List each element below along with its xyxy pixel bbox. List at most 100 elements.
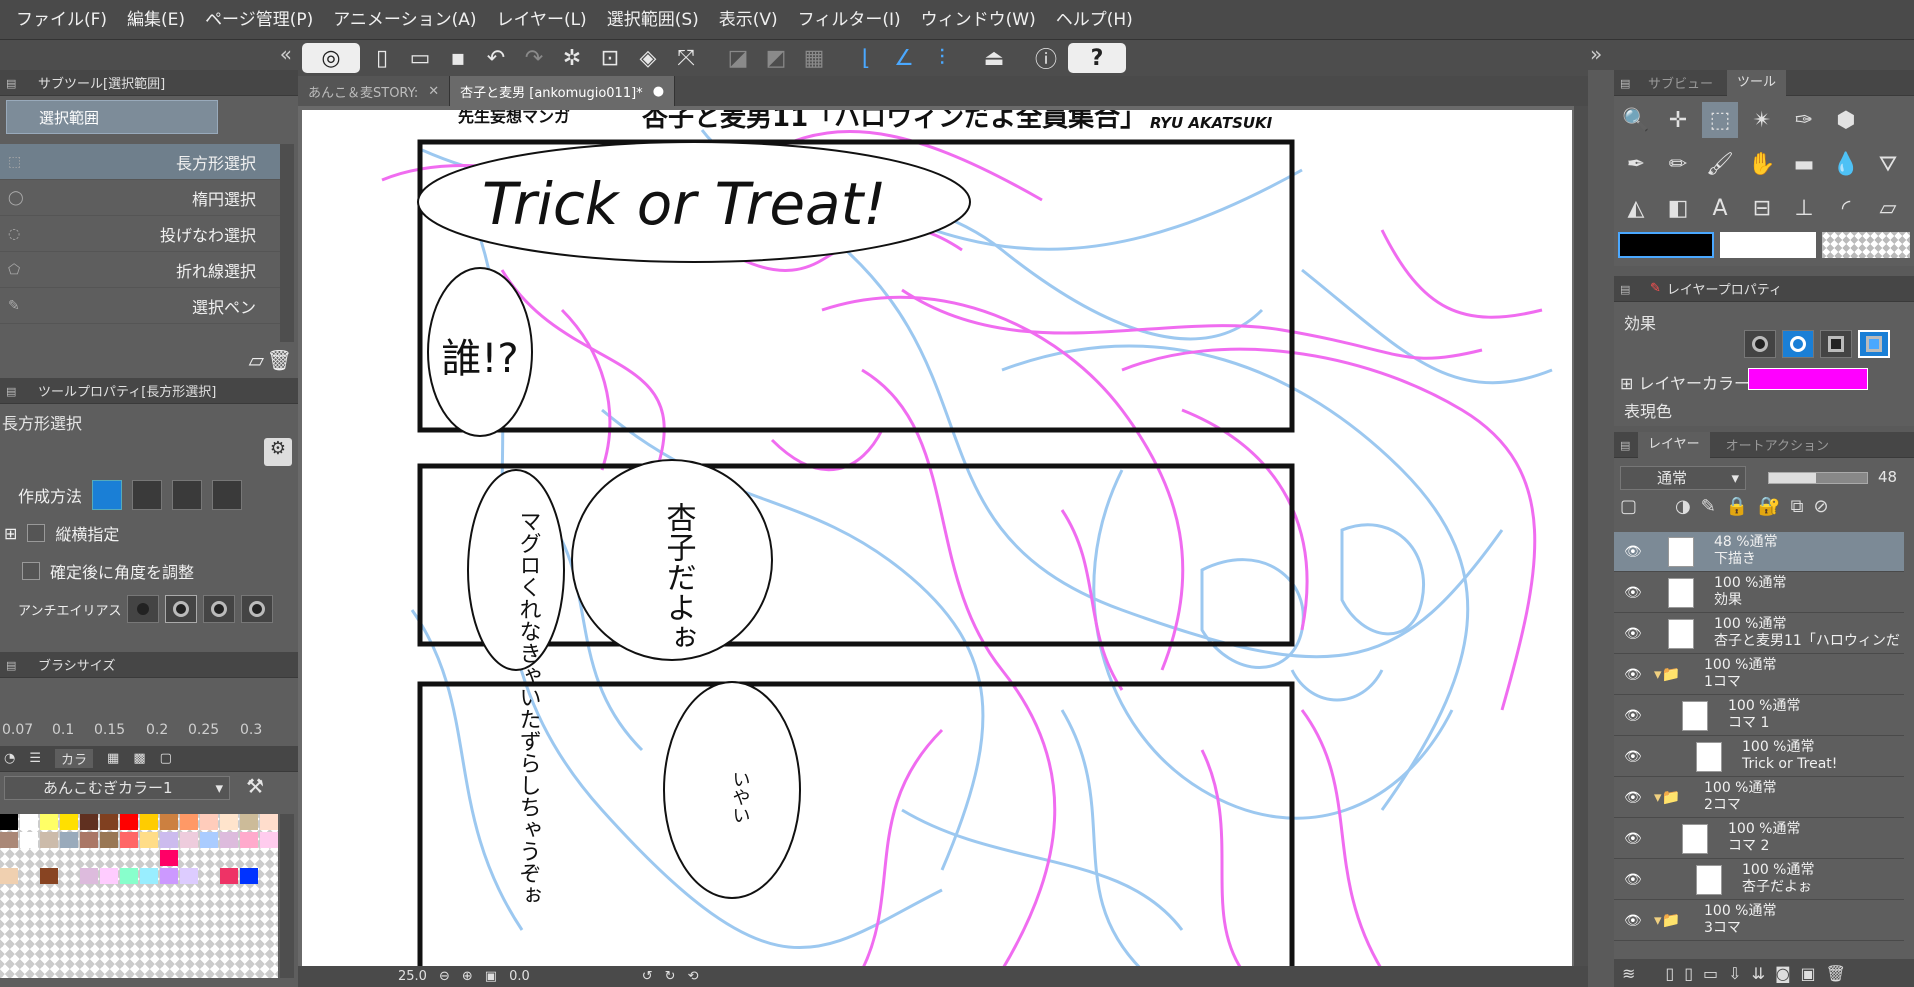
- tab-ankomugi-story[interactable]: あんこ＆麦STORY: ✕: [298, 76, 451, 106]
- reference-icon[interactable]: ◑: [1647, 496, 1691, 517]
- layer-row[interactable]: 👁 100 %通常 コマ 1: [1614, 696, 1904, 736]
- colorset-select[interactable]: あんこむぎカラー1 ▾: [4, 776, 230, 800]
- tab-autoaction[interactable]: オートアクション: [1710, 435, 1829, 454]
- eyedropper-tool-icon[interactable]: ✑: [1786, 102, 1822, 138]
- color-swatch[interactable]: [140, 814, 158, 830]
- delete-layer-icon[interactable]: 🗑: [1826, 964, 1846, 983]
- zoom-out-icon[interactable]: ⊖: [439, 969, 450, 984]
- selection-tool-icon[interactable]: ⬚: [1702, 102, 1738, 138]
- clip-studio-icon[interactable]: ◎: [302, 43, 360, 73]
- copy-subtool-icon[interactable]: ▱: [249, 348, 264, 372]
- layer-row[interactable]: 👁 ▾📁 100 %通常 3コマ: [1614, 901, 1904, 941]
- color-swatch[interactable]: [140, 868, 158, 884]
- menu-filter[interactable]: フィルター(I): [788, 0, 911, 40]
- color-swatch[interactable]: [0, 868, 18, 884]
- effect-layer-color-button[interactable]: [1858, 330, 1890, 358]
- rotate-right-icon[interactable]: ↻: [665, 969, 676, 984]
- new-raster-layer-icon[interactable]: ▯: [1645, 964, 1674, 983]
- ruler-tool-icon[interactable]: ⊥: [1786, 190, 1822, 226]
- text-tool-icon[interactable]: A: [1702, 190, 1738, 226]
- subtract-selection-button[interactable]: [172, 480, 203, 510]
- eye-icon[interactable]: 👁: [1624, 708, 1642, 724]
- trash-icon[interactable]: 🗑: [267, 348, 292, 372]
- menu-selection[interactable]: 選択範囲(S): [597, 0, 709, 40]
- auto-select-tool-icon[interactable]: ✴: [1744, 102, 1780, 138]
- color-swatch[interactable]: [260, 814, 278, 830]
- color-swatch[interactable]: [100, 832, 118, 848]
- subtool-selection-pen[interactable]: ✎ 選択ペン: [0, 288, 280, 324]
- expand-icon[interactable]: ⊞: [1620, 374, 1633, 393]
- layer-row[interactable]: 👁 ▾📁 100 %通常 1コマ: [1614, 655, 1904, 695]
- color-swatch[interactable]: [160, 868, 178, 884]
- color-swatch[interactable]: [180, 814, 198, 830]
- color-swatch[interactable]: [100, 814, 118, 830]
- subtool-scrollbar[interactable]: [280, 144, 294, 342]
- selection-fill-icon[interactable]: ◩: [760, 43, 792, 73]
- apply-mask-icon[interactable]: ▣: [1801, 964, 1816, 983]
- lock-transparency-icon[interactable]: 🔐: [1758, 496, 1780, 517]
- close-icon[interactable]: ●: [653, 84, 664, 99]
- color-swatch[interactable]: [240, 832, 258, 848]
- clip-icon[interactable]: ⧉: [1791, 496, 1804, 517]
- frame-tool-icon[interactable]: ▬: [1786, 146, 1822, 182]
- collapse-left-icon[interactable]: «: [280, 42, 292, 66]
- color-swatch[interactable]: [260, 832, 278, 848]
- special-ruler-snap-icon[interactable]: ∠: [888, 43, 920, 73]
- add-selection-button[interactable]: [132, 480, 163, 510]
- colorset-scrollbar[interactable]: [280, 814, 294, 978]
- eye-icon[interactable]: 👁: [1624, 831, 1642, 847]
- eye-icon[interactable]: 👁: [1624, 626, 1642, 642]
- zoom-value[interactable]: 25.0: [398, 969, 427, 984]
- intersect-selection-button[interactable]: [212, 480, 243, 510]
- tab-ankomugio011[interactable]: 杏子と麦男 [ankomugio011]* ●: [450, 76, 676, 106]
- canvas-vertical-scrollbar[interactable]: [1574, 106, 1588, 972]
- color-swatch[interactable]: [40, 868, 58, 884]
- color-swatch[interactable]: [20, 814, 38, 830]
- menu-window[interactable]: ウィンドウ(W): [911, 0, 1046, 40]
- color-swatch[interactable]: [140, 832, 158, 848]
- new-file-icon[interactable]: ▯: [366, 43, 398, 73]
- intermediate-color-tab[interactable]: ▦: [107, 751, 119, 766]
- eye-icon[interactable]: 👁: [1624, 913, 1642, 929]
- stabilization-icon[interactable]: ⏏: [978, 43, 1010, 73]
- undo-icon[interactable]: ↶: [480, 43, 512, 73]
- fit-icon[interactable]: ▣: [485, 969, 497, 984]
- new-vector-layer-icon[interactable]: ▯: [1684, 964, 1693, 983]
- opacity-value[interactable]: 48: [1878, 468, 1897, 486]
- color-swatch[interactable]: [240, 814, 258, 830]
- aa-weak-button[interactable]: [165, 595, 198, 623]
- color-swatch[interactable]: [200, 832, 218, 848]
- frame-border-tool-icon[interactable]: ⊟: [1744, 190, 1780, 226]
- info-icon[interactable]: ⓘ: [1030, 43, 1062, 73]
- reset-rotation-icon[interactable]: ⟲: [688, 969, 699, 984]
- tab-subview[interactable]: サブビュー: [1634, 73, 1727, 92]
- effect-texture-button[interactable]: [1820, 330, 1852, 358]
- clear-icon[interactable]: ✲: [556, 43, 588, 73]
- figure-tool-icon[interactable]: ◜: [1828, 190, 1864, 226]
- manga-page[interactable]: 先生妄想マンガ 杏子と麦男11「ハロウィンだよ全員集合」 RYU AKATSUK…: [302, 110, 1572, 970]
- layer-color-swatch[interactable]: [1748, 368, 1868, 390]
- menu-help[interactable]: ヘルプ(H): [1046, 0, 1143, 40]
- eye-icon[interactable]: 👁: [1624, 872, 1642, 888]
- tab-tool[interactable]: ツール: [1727, 70, 1787, 96]
- layer-stack-icon[interactable]: ≋: [1622, 964, 1635, 983]
- eye-icon[interactable]: 👁: [1624, 544, 1642, 560]
- color-swatch[interactable]: [80, 832, 98, 848]
- aspect-checkbox[interactable]: [27, 524, 46, 542]
- color-swatch[interactable]: [20, 832, 38, 848]
- brushsize-4[interactable]: 0.25: [188, 722, 219, 738]
- pen-tool-icon[interactable]: ✒: [1618, 146, 1654, 182]
- eye-icon[interactable]: 👁: [1624, 667, 1642, 683]
- color-swatch[interactable]: [120, 868, 138, 884]
- color-swatch[interactable]: [120, 832, 138, 848]
- eye-icon[interactable]: 👁: [1624, 585, 1642, 601]
- menu-animation[interactable]: アニメーション(A): [323, 0, 486, 40]
- brushsize-2[interactable]: 0.15: [94, 722, 125, 738]
- fill-tool-icon[interactable]: ◭: [1618, 190, 1654, 226]
- history-tab[interactable]: ▢: [160, 751, 172, 766]
- subtool-category[interactable]: 選択範囲: [6, 100, 218, 134]
- expand-icon[interactable]: ⊞: [4, 524, 17, 543]
- move-tool-icon[interactable]: ✛: [1660, 102, 1696, 138]
- pencil-tool-icon[interactable]: ✏: [1660, 146, 1696, 182]
- merge-down-icon[interactable]: ⇊: [1752, 964, 1765, 983]
